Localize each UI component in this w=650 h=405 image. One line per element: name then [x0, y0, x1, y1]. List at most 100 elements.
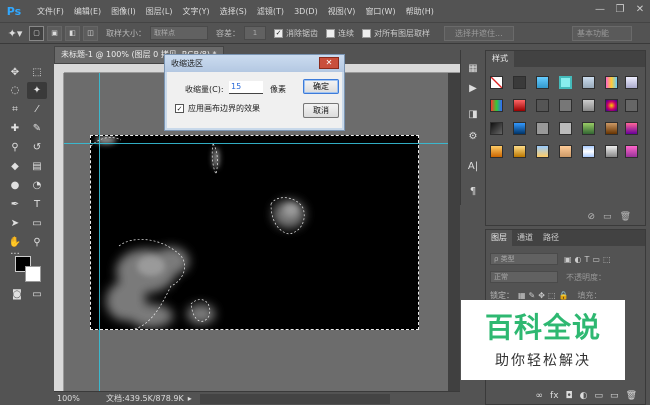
style-swatch[interactable] — [513, 99, 526, 112]
link-layers-icon[interactable]: ∞ — [536, 391, 544, 401]
blur-tool-icon[interactable]: ● — [5, 177, 25, 194]
clear-style-icon[interactable]: ⊘ — [588, 212, 596, 222]
style-swatch[interactable] — [625, 122, 638, 135]
menu-view[interactable]: 视图(V) — [323, 6, 361, 17]
actions-panel-icon[interactable]: ▶ — [465, 80, 481, 96]
style-swatch[interactable] — [490, 76, 503, 89]
restore-button[interactable]: ❐ — [610, 0, 630, 18]
menu-image[interactable]: 图像(I) — [106, 6, 141, 17]
crop-tool-icon[interactable]: ⌗ — [5, 101, 25, 118]
zoom-tool-icon[interactable]: ⚲ — [27, 234, 47, 251]
magic-wand-tool-icon[interactable]: ✦ — [27, 82, 47, 99]
clone-stamp-icon[interactable]: ⚲ — [5, 139, 25, 156]
new-selection-icon[interactable]: ▢ — [29, 25, 44, 41]
properties-panel-icon[interactable]: ◨ — [465, 106, 481, 122]
style-swatch[interactable] — [582, 145, 595, 158]
layer-style-icon[interactable]: fx — [550, 391, 559, 401]
healing-brush-icon[interactable]: ✚ — [5, 120, 25, 137]
style-swatch[interactable] — [536, 145, 549, 158]
style-swatch[interactable] — [625, 145, 638, 158]
menu-edit[interactable]: 编辑(E) — [69, 6, 106, 17]
style-swatch[interactable] — [625, 99, 638, 112]
gradient-tool-icon[interactable]: ▤ — [27, 158, 47, 175]
style-swatch[interactable] — [559, 145, 572, 158]
style-swatch[interactable] — [625, 76, 638, 89]
style-swatch[interactable] — [605, 99, 618, 112]
blend-mode-select[interactable]: 正常 — [490, 271, 558, 283]
cancel-button[interactable]: 取消 — [303, 103, 339, 118]
style-swatch[interactable] — [559, 122, 572, 135]
style-swatch[interactable] — [490, 99, 503, 112]
lasso-tool-icon[interactable]: ◌ — [5, 82, 25, 99]
history-brush-icon[interactable]: ↺ — [27, 139, 47, 156]
style-swatch[interactable] — [513, 76, 526, 89]
tab-paths[interactable]: 路径 — [538, 230, 564, 246]
paragraph-panel-icon[interactable]: ¶ — [465, 183, 481, 199]
apply-canvas-edge-checkbox[interactable]: ✓ 应用画布边界的效果 — [175, 103, 260, 114]
style-swatch[interactable] — [513, 122, 526, 135]
eraser-tool-icon[interactable]: ◆ — [5, 158, 25, 175]
layer-mask-icon[interactable]: ◘ — [566, 391, 573, 401]
menu-layer[interactable]: 图层(L) — [141, 6, 178, 17]
menu-filter[interactable]: 滤镜(T) — [252, 6, 289, 17]
style-swatch[interactable] — [490, 122, 503, 135]
style-swatch[interactable] — [605, 145, 618, 158]
character-panel-icon[interactable]: A| — [465, 158, 481, 174]
style-swatch[interactable] — [559, 76, 572, 89]
marquee-tool-icon[interactable]: ⬚ — [27, 64, 47, 81]
contract-amount-input[interactable]: 15 — [229, 81, 263, 94]
dialog-title-bar[interactable]: 收缩选区 ✕ — [165, 55, 344, 72]
contiguous-checkbox[interactable]: 连续 — [326, 28, 354, 39]
screen-mode-icon[interactable]: ▭ — [27, 286, 47, 303]
delete-style-icon[interactable]: 🗑 — [620, 212, 631, 222]
workspace-select[interactable]: 基本功能 — [572, 26, 632, 41]
menu-select[interactable]: 选择(S) — [215, 6, 252, 17]
adjust-panel-icon[interactable]: ⚙ — [465, 128, 481, 144]
tolerance-input[interactable]: 1 — [244, 26, 266, 40]
dodge-tool-icon[interactable]: ◔ — [27, 177, 47, 194]
style-swatch[interactable] — [605, 122, 618, 135]
style-swatch[interactable] — [513, 145, 526, 158]
filter-icons[interactable]: ▣◐T▭⬚ — [564, 255, 614, 264]
subtract-selection-icon[interactable]: ◧ — [65, 25, 80, 41]
horizontal-guide[interactable] — [64, 143, 448, 144]
add-selection-icon[interactable]: ▣ — [47, 25, 62, 41]
style-swatch[interactable] — [582, 76, 595, 89]
type-tool-icon[interactable]: T — [27, 196, 47, 213]
sample-size-select[interactable]: 取样点 — [150, 26, 208, 40]
dialog-close-button[interactable]: ✕ — [319, 57, 339, 69]
menu-window[interactable]: 窗口(W) — [360, 6, 400, 17]
style-swatch[interactable] — [490, 145, 503, 158]
new-layer-icon[interactable]: ▭ — [610, 391, 619, 401]
menu-3d[interactable]: 3D(D) — [289, 7, 323, 16]
horizontal-scrollbar[interactable] — [199, 393, 390, 404]
menu-type[interactable]: 文字(Y) — [177, 6, 214, 17]
layer-kind-filter[interactable]: ρ 类型 — [490, 253, 558, 265]
tab-layers[interactable]: 图层 — [486, 230, 512, 246]
vertical-guide[interactable] — [99, 73, 100, 391]
styles-tab[interactable]: 样式 — [486, 51, 514, 67]
history-panel-icon[interactable]: ▦ — [465, 60, 481, 76]
quick-mask-icon[interactable]: ◙ — [7, 286, 27, 303]
vertical-scrollbar[interactable] — [448, 73, 460, 391]
shape-tool-icon[interactable]: ▭ — [27, 215, 47, 232]
background-color-swatch[interactable] — [25, 266, 41, 282]
delete-layer-icon[interactable]: 🗑 — [626, 391, 637, 401]
menu-help[interactable]: 帮助(H) — [401, 6, 439, 17]
lock-icons[interactable]: ▦✎✥⬚🔒 — [518, 291, 571, 300]
move-tool-icon[interactable]: ✥ — [5, 64, 25, 81]
eyedropper-tool-icon[interactable]: ⁄ — [27, 101, 47, 118]
ok-button[interactable]: 确定 — [303, 79, 339, 94]
minimize-button[interactable]: — — [590, 0, 610, 18]
brush-tool-icon[interactable]: ✎ — [27, 120, 47, 137]
status-menu-arrow[interactable]: ▸ — [188, 394, 192, 403]
adjustment-layer-icon[interactable]: ◐ — [580, 391, 588, 401]
tab-channels[interactable]: 通道 — [512, 230, 538, 246]
anti-alias-checkbox[interactable]: ✓ 消除锯齿 — [274, 28, 318, 39]
select-and-mask-button[interactable]: 选择并遮住... — [444, 25, 514, 41]
style-swatch[interactable] — [582, 99, 595, 112]
zoom-level[interactable]: 100% — [54, 394, 92, 403]
pen-tool-icon[interactable]: ✒ — [5, 196, 25, 213]
style-swatch[interactable] — [605, 76, 618, 89]
close-window-button[interactable]: ✕ — [630, 0, 650, 18]
